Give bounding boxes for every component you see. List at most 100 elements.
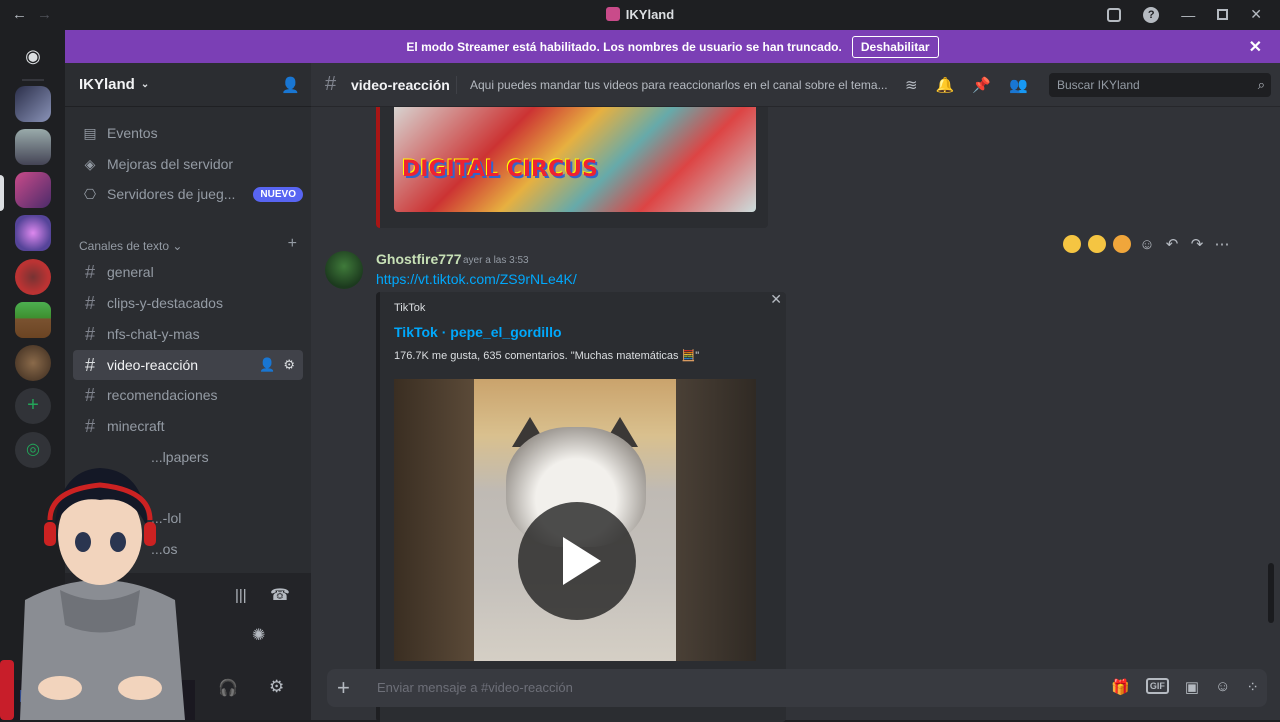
- forward-icon[interactable]: ↷: [1188, 235, 1206, 253]
- add-reaction-icon[interactable]: ☺: [1138, 236, 1156, 253]
- gift-icon[interactable]: 🎁: [1111, 678, 1130, 696]
- reply-icon[interactable]: ↶: [1163, 235, 1181, 253]
- window-controls: ? — ✕: [1107, 6, 1262, 23]
- sticker-icon[interactable]: ▣: [1185, 678, 1199, 696]
- channel-clips[interactable]: # clips-y-destacados: [73, 288, 303, 318]
- server-icon-minecraft[interactable]: [15, 302, 51, 338]
- header-actions: ≋ 🔔 📌 👥: [905, 76, 1028, 94]
- threads-icon[interactable]: ≋: [905, 76, 918, 94]
- emoji-icon[interactable]: ☺: [1215, 678, 1230, 696]
- message-composer[interactable]: + Enviar mensaje a #video-reacción 🎁 GIF…: [327, 669, 1267, 707]
- channel-actions: 👤 ⚙: [259, 357, 295, 373]
- voice-activity-icon: |||: [235, 587, 247, 604]
- streamer-avatar-overlay: [0, 468, 195, 720]
- headset-ear: [44, 522, 56, 546]
- video-blur-right: [676, 379, 756, 661]
- selected-pill: [0, 175, 4, 211]
- surprised-emoji-icon[interactable]: [1063, 235, 1081, 253]
- apps-icon[interactable]: ⁘: [1246, 678, 1259, 696]
- server-icon-1[interactable]: [15, 86, 51, 122]
- avatar[interactable]: [325, 251, 363, 289]
- invite-icon[interactable]: 👤: [281, 76, 300, 94]
- server-icon-4[interactable]: [15, 215, 51, 251]
- help-icon[interactable]: ?: [1143, 6, 1160, 23]
- divider: [22, 79, 44, 81]
- message-link[interactable]: https://vt.tiktok.com/ZS9rNLe4K/: [376, 271, 577, 287]
- sidebar-item-boosts[interactable]: ◈ Mejoras del servidor: [73, 149, 303, 179]
- create-invite-icon[interactable]: 👤: [259, 357, 275, 373]
- search-icon: ⌕: [1257, 77, 1265, 92]
- message-input[interactable]: Enviar mensaje a #video-reacción: [377, 680, 573, 695]
- boost-icon: ◈: [84, 155, 96, 172]
- remove-embed-icon[interactable]: ✕: [770, 291, 782, 308]
- party-emoji-icon[interactable]: [1113, 235, 1131, 253]
- chevron-down-icon: ⌄: [140, 79, 150, 90]
- hash-icon: #: [84, 261, 95, 282]
- channel-video-reaccion[interactable]: # video-reacción 👤 ⚙: [73, 350, 303, 380]
- server-header[interactable]: IKYland ⌄ 👤: [65, 63, 311, 107]
- category-text-channels[interactable]: Canales de texto ⌄: [79, 239, 182, 253]
- channel-topic[interactable]: Aqui puedes mandar tus videos para reacc…: [470, 78, 895, 92]
- calendar-icon: ▤: [83, 124, 97, 141]
- video-thumbnail[interactable]: DIGITAL CIRCUS: [394, 107, 756, 212]
- sidebar-item-events[interactable]: ▤ Eventos: [73, 118, 303, 148]
- channel-header: # video-reacción Aqui puedes mandar tus …: [311, 63, 1280, 107]
- close-icon[interactable]: ✕: [1249, 37, 1262, 57]
- soda-can: [0, 660, 14, 720]
- headset-ear: [144, 522, 156, 546]
- play-button-icon[interactable]: [518, 502, 636, 620]
- streamer-mode-banner: El modo Streamer está habilitado. Los no…: [65, 30, 1280, 63]
- gamepad-icon: ⎔: [83, 185, 97, 202]
- channel-minecraft[interactable]: # minecraft: [73, 411, 303, 441]
- scrollbar[interactable]: [1268, 563, 1274, 623]
- attach-plus-icon[interactable]: +: [337, 675, 350, 701]
- server-icon-2[interactable]: [15, 129, 51, 165]
- hash-icon: #: [84, 415, 95, 436]
- eye: [75, 532, 91, 552]
- minimize-icon[interactable]: —: [1181, 7, 1195, 23]
- channel-nfs[interactable]: # nfs-chat-y-mas: [73, 319, 303, 349]
- hash-icon: #: [84, 323, 95, 344]
- server-icon-5[interactable]: [15, 259, 51, 295]
- hand: [118, 676, 162, 700]
- gif-icon[interactable]: GIF: [1145, 678, 1169, 694]
- message-author[interactable]: Ghostfire777: [376, 251, 462, 267]
- soundboard-icon[interactable]: ✺: [252, 625, 265, 645]
- hash-icon: #: [84, 354, 95, 375]
- sidebar-item-game-servers[interactable]: ⎔ Servidores de jueg... NUEVO: [73, 179, 303, 209]
- members-icon[interactable]: 👥: [1009, 76, 1028, 94]
- new-badge: NUEVO: [253, 186, 303, 202]
- chat-area: # video-reacción Aqui puedes mandar tus …: [311, 63, 1280, 722]
- close-window-icon[interactable]: ✕: [1250, 6, 1262, 23]
- server-icon-ikyland[interactable]: [15, 172, 51, 208]
- channel-title: video-reacción: [351, 77, 450, 93]
- hash-icon: #: [325, 73, 337, 95]
- discord-home-icon[interactable]: ◉: [15, 38, 51, 74]
- settings-gear-icon[interactable]: ⚙: [269, 677, 284, 697]
- maximize-icon[interactable]: [1217, 9, 1229, 20]
- inbox-icon[interactable]: [1107, 7, 1122, 22]
- message-timestamp: ayer a las 3:53: [463, 255, 529, 266]
- embed-provider: TikTok: [394, 302, 426, 314]
- headphones-icon[interactable]: 🎧: [218, 678, 238, 698]
- channel-general[interactable]: # general: [73, 257, 303, 287]
- channel-recomendaciones[interactable]: # recomendaciones: [73, 380, 303, 410]
- search-input[interactable]: Buscar IKYland ⌕: [1049, 73, 1271, 97]
- bell-icon[interactable]: 🔔: [936, 76, 955, 94]
- embed-title[interactable]: TikTok · pepe_el_gordillo: [394, 324, 562, 340]
- laughing-emoji-icon[interactable]: [1088, 235, 1106, 253]
- add-channel-icon[interactable]: +: [288, 235, 297, 253]
- hash-icon: #: [84, 384, 95, 405]
- embed-video[interactable]: [394, 379, 756, 661]
- disable-streamer-button[interactable]: Deshabilitar: [851, 35, 939, 58]
- add-server-icon[interactable]: +: [15, 388, 51, 424]
- gear-icon[interactable]: ⚙: [283, 357, 295, 373]
- hand: [38, 676, 82, 700]
- pin-icon[interactable]: 📌: [972, 76, 991, 94]
- message-hover-toolbar: ☺ ↶ ↷ ⋯: [1063, 235, 1231, 253]
- server-icon-7[interactable]: [15, 345, 51, 381]
- disconnect-icon[interactable]: ☎: [270, 585, 290, 605]
- server-icon: [605, 7, 620, 21]
- more-icon[interactable]: ⋯: [1213, 235, 1231, 253]
- title-bar: ← → IKYland ? — ✕: [0, 0, 1280, 30]
